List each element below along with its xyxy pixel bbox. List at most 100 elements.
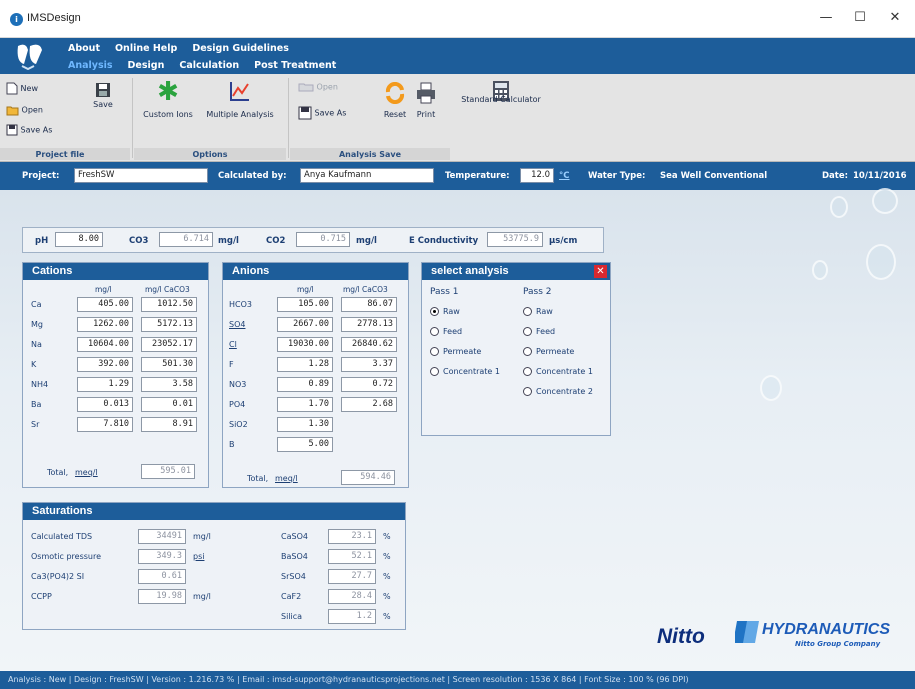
pass2-option-concentrate-2[interactable]: Concentrate 2: [523, 387, 593, 396]
saturation-value: 349.3: [138, 549, 186, 564]
anion-mgl-input[interactable]: 19030.00: [277, 337, 333, 352]
saturation-value: 28.4: [328, 589, 376, 604]
water-drop-decoration: [812, 260, 828, 280]
chart-icon: [230, 82, 249, 101]
select-analysis-dialog: select analysis ✕ Pass 1 Pass 2 Raw Feed P…: [421, 262, 611, 436]
analysis-save-as-button[interactable]: Save As: [298, 106, 346, 120]
close-icon[interactable]: ✕: [594, 265, 607, 278]
water-type-label: Water Type:: [588, 171, 646, 181]
select-analysis-title: select analysis: [422, 263, 610, 280]
standard-calculator-button[interactable]: Standard Calculator: [458, 80, 544, 104]
ribbon-separator: [132, 78, 133, 158]
group-label-options: Options: [192, 150, 228, 159]
print-button[interactable]: Print: [414, 82, 438, 119]
open-folder-icon: [6, 106, 19, 116]
date-value: 10/11/2016: [853, 171, 907, 181]
project-input[interactable]: FreshSW: [74, 168, 208, 183]
tab-analysis[interactable]: Analysis: [68, 60, 113, 74]
new-button[interactable]: New: [6, 82, 38, 95]
cation-ion-label: Sr: [31, 420, 40, 429]
anion-caco3-value: 26840.62: [341, 337, 397, 352]
cation-ion-label: Na: [31, 340, 42, 349]
pass1-option-permeate[interactable]: Permeate: [430, 347, 481, 356]
anion-mgl-input[interactable]: 1.28: [277, 357, 333, 372]
minimize-button[interactable]: —: [812, 8, 840, 28]
pass1-option-feed[interactable]: Feed: [430, 327, 462, 336]
pass1-label: Pass 1: [430, 287, 459, 297]
e-conductivity-value: 53775.9: [487, 232, 543, 247]
temperature-unit[interactable]: °C: [559, 171, 570, 181]
anion-mgl-input[interactable]: 1.30: [277, 417, 333, 432]
cations-total-unit[interactable]: meq/l: [75, 468, 98, 477]
menu-design-guidelines[interactable]: Design Guidelines: [192, 43, 289, 57]
open-button[interactable]: Open: [6, 104, 43, 116]
custom-ions-button[interactable]: ✱ Custom Ions: [143, 79, 193, 119]
cation-ion-label: Mg: [31, 320, 43, 329]
co3-unit: mg/l: [218, 236, 239, 246]
pass2-option-feed[interactable]: Feed: [523, 327, 555, 336]
temperature-input[interactable]: 12.0: [520, 168, 554, 183]
saturation-label: SrSO4: [281, 572, 306, 581]
save-as-button[interactable]: Save As: [6, 124, 52, 136]
radio-icon: [523, 387, 532, 396]
tab-calculation[interactable]: Calculation: [179, 60, 239, 74]
co2-label: CO2: [266, 236, 286, 246]
cation-caco3-value: 1012.50: [141, 297, 197, 312]
window-titlebar: i IMSDesign — ☐ ✕: [0, 0, 915, 38]
ph-input[interactable]: 8.00: [55, 232, 103, 247]
menu-online-help[interactable]: Online Help: [115, 43, 177, 57]
saturation-value: 1.2: [328, 609, 376, 624]
pass2-option-concentrate-1[interactable]: Concentrate 1: [523, 367, 593, 376]
cation-ion-label: Ba: [31, 400, 42, 409]
anion-mgl-input[interactable]: 0.89: [277, 377, 333, 392]
cation-mgl-input[interactable]: 1262.00: [77, 317, 133, 332]
reset-button[interactable]: Reset: [382, 81, 408, 119]
custom-ions-label: Custom Ions: [143, 110, 193, 119]
menu-bar: About Online Help Design Guidelines Anal…: [0, 38, 915, 74]
cation-mgl-input[interactable]: 1.29: [77, 377, 133, 392]
anion-mgl-input[interactable]: 2667.00: [277, 317, 333, 332]
pass2-option-raw[interactable]: Raw: [523, 307, 553, 316]
calculated-by-input[interactable]: Anya Kaufmann: [300, 168, 434, 183]
cation-mgl-input[interactable]: 405.00: [77, 297, 133, 312]
saturation-unit[interactable]: psi: [193, 552, 204, 561]
close-window-button[interactable]: ✕: [881, 8, 909, 28]
radio-label: Feed: [443, 327, 463, 336]
new-file-icon: [6, 82, 18, 95]
cation-mgl-input[interactable]: 392.00: [77, 357, 133, 372]
maximize-button[interactable]: ☐: [846, 8, 874, 28]
analysis-open-button[interactable]: Open: [298, 82, 338, 92]
save-as-icon: [298, 106, 312, 120]
menu-about[interactable]: About: [68, 43, 100, 57]
radio-label: Permeate: [536, 347, 575, 356]
radio-icon: [430, 307, 439, 316]
pass1-option-raw[interactable]: Raw: [430, 307, 460, 316]
cation-mgl-input[interactable]: 10604.00: [77, 337, 133, 352]
cation-mgl-input[interactable]: 7.810: [77, 417, 133, 432]
pass2-option-permeate[interactable]: Permeate: [523, 347, 574, 356]
saturation-value: 34491: [138, 529, 186, 544]
water-drop-decoration: [830, 196, 848, 218]
anion-mgl-input[interactable]: 5.00: [277, 437, 333, 452]
anion-mgl-input[interactable]: 1.70: [277, 397, 333, 412]
pass1-option-concentrate-1[interactable]: Concentrate 1: [430, 367, 500, 376]
cation-caco3-value: 0.01: [141, 397, 197, 412]
save-button[interactable]: Save: [92, 82, 114, 109]
tab-design[interactable]: Design: [128, 60, 165, 74]
group-label-project-file: Project file: [35, 150, 85, 159]
water-type-value[interactable]: Sea Well Conventional: [660, 171, 767, 181]
anion-ion-label[interactable]: SO4: [229, 320, 245, 329]
anions-total-unit[interactable]: meq/l: [275, 474, 298, 483]
anion-mgl-input[interactable]: 105.00: [277, 297, 333, 312]
cation-ion-label: K: [31, 360, 37, 369]
anion-ion-label[interactable]: Cl: [229, 340, 237, 349]
water-drop-decoration: [872, 188, 898, 214]
analysis-workspace: pH 8.00 CO3 6.714 mg/l CO2 0.715 mg/l E …: [0, 188, 915, 671]
anions-panel: Anions mg/l mg/l CaCO3 HCO3 105.00 86.07 SO…: [222, 262, 409, 488]
multiple-analysis-button[interactable]: Multiple Analysis: [205, 80, 275, 119]
co3-label: CO3: [129, 236, 149, 246]
cation-mgl-input[interactable]: 0.013: [77, 397, 133, 412]
analysis-open-label: Open: [316, 82, 338, 92]
tab-post-treatment[interactable]: Post Treatment: [254, 60, 336, 74]
save-as-icon: [6, 124, 18, 136]
